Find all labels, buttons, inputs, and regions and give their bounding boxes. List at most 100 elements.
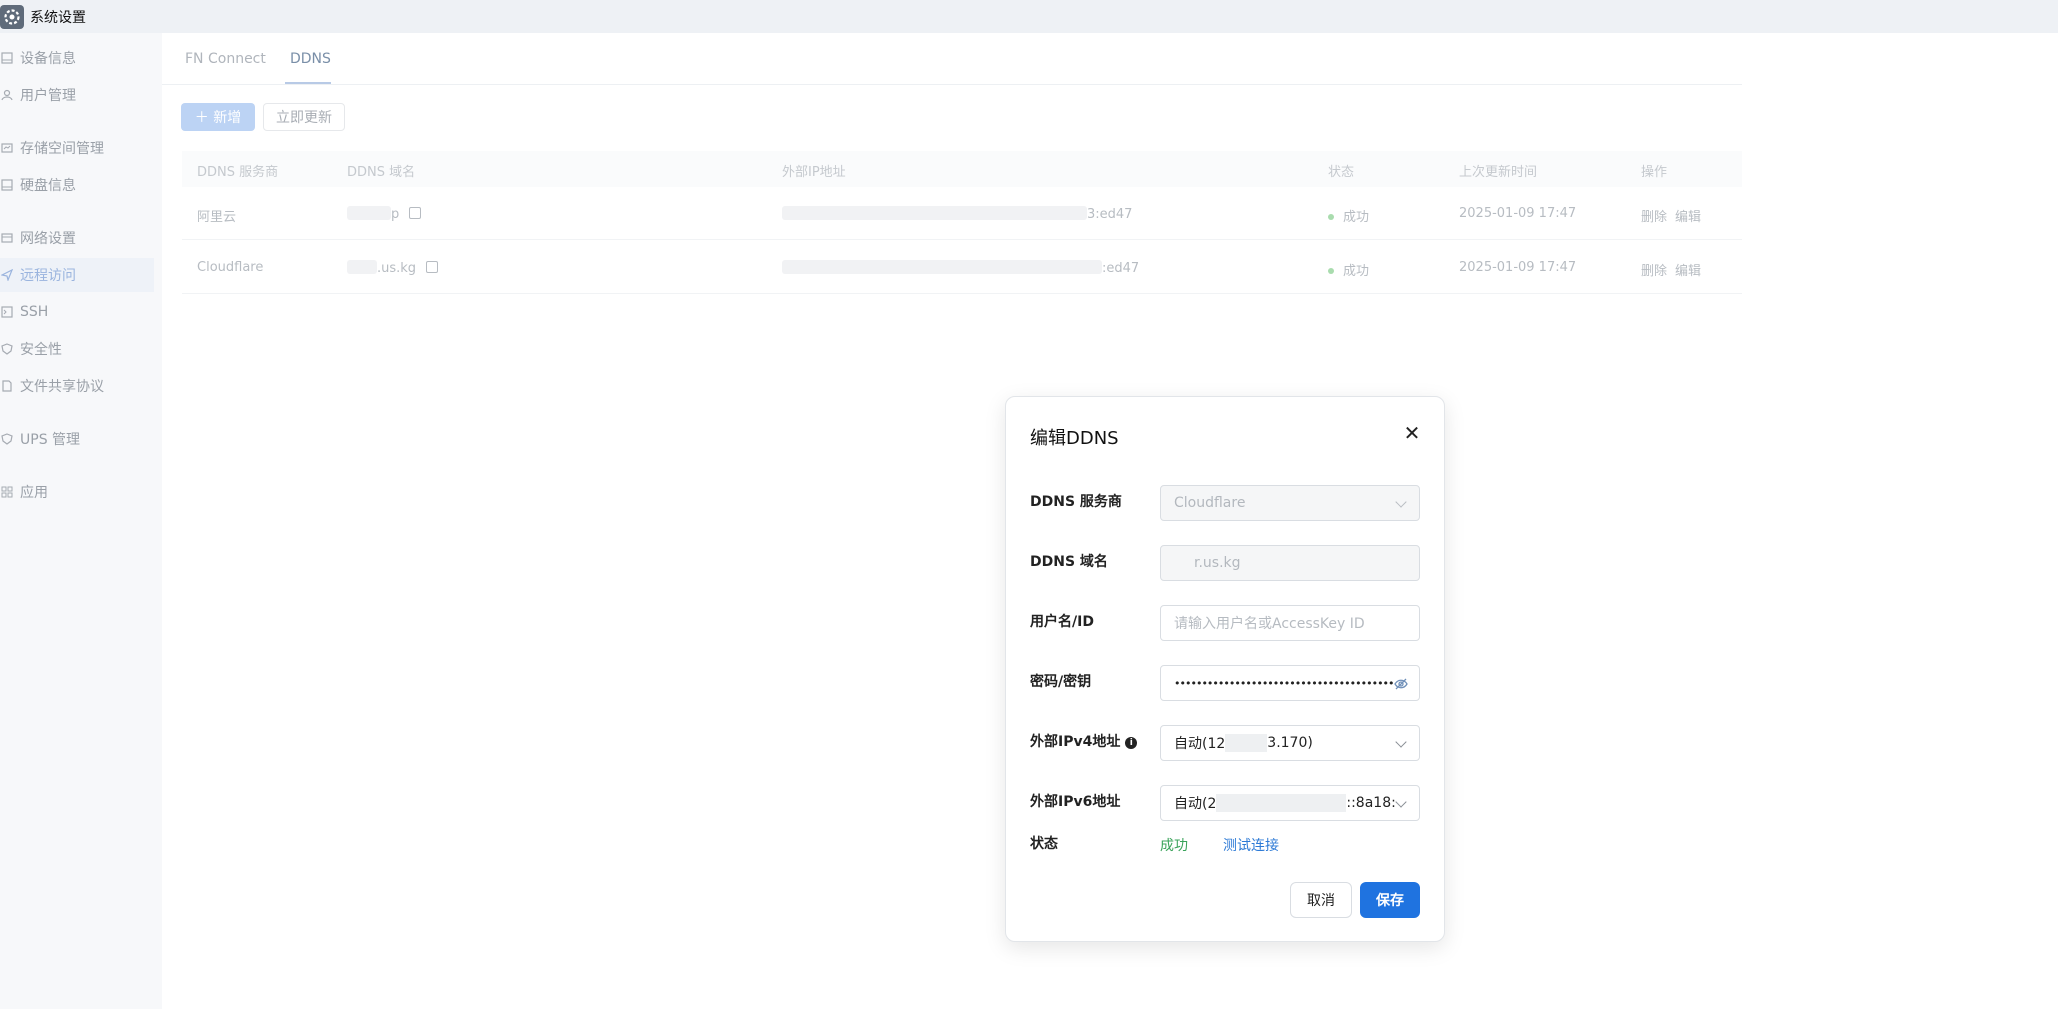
test-connection-link[interactable]: 测试连接 — [1223, 835, 1279, 855]
column-header: DDNS 服务商 — [197, 165, 279, 180]
domain-cell: .us.kg — [347, 260, 439, 276]
tab-fn-connect[interactable]: FN Connect — [185, 51, 266, 67]
sidebar-item-label: 安全性 — [20, 342, 62, 358]
info-icon[interactable]: i — [1125, 737, 1138, 749]
password-input[interactable]: •••••••••••••••••••••••••••••••••••••••• — [1160, 665, 1420, 701]
password-value: •••••••••••••••••••••••••••••••••••••••• — [1174, 676, 1395, 690]
ip-cell: :ed47 — [782, 260, 1139, 276]
ipv4-label-text: 外部IPv4地址 — [1030, 734, 1121, 750]
domain-field[interactable]: r.us.kg — [1160, 545, 1420, 581]
delete-link[interactable]: 删除 — [1641, 264, 1667, 279]
status-value: 成功 — [1160, 838, 1188, 854]
sidebar-item-label: UPS 管理 — [20, 432, 81, 448]
delete-link[interactable]: 删除 — [1641, 210, 1667, 225]
username-input[interactable]: 请输入用户名或AccessKey ID — [1160, 605, 1420, 641]
copy-icon[interactable] — [426, 261, 439, 273]
redacted-block — [1174, 554, 1194, 572]
sidebar-item-file-sharing[interactable]: 文件共享协议 — [0, 369, 154, 403]
domain-label: DDNS 域名 — [1030, 554, 1108, 570]
chevron-down-icon — [1395, 736, 1407, 748]
shield-icon — [0, 342, 14, 356]
sidebar-item-users[interactable]: 用户管理 — [0, 78, 154, 112]
sidebar-item-ups[interactable]: UPS 管理 — [0, 422, 154, 456]
sidebar-item-disk[interactable]: 硬盘信息 — [0, 168, 154, 202]
tab-bar: FN Connect DDNS — [162, 33, 1742, 85]
status-text: 成功 — [1343, 210, 1370, 225]
ipv4-value-suffix: 3.170) — [1267, 735, 1313, 751]
actions-cell: 删除 编辑 — [1641, 206, 1709, 225]
save-button[interactable]: 保存 — [1360, 882, 1420, 918]
redacted-block — [347, 260, 377, 274]
provider-value: Cloudflare — [1174, 495, 1246, 511]
sidebar-item-label: 设备信息 — [20, 51, 76, 67]
redacted-block — [782, 260, 1102, 274]
column-header: 上次更新时间 — [1459, 165, 1538, 180]
network-icon — [0, 231, 14, 245]
chevron-down-icon — [1395, 796, 1407, 808]
file-share-icon — [0, 379, 14, 393]
table-row: 阿里云 p 3:ed47 成功 2025-01-09 17:47 删除 编辑 — [182, 187, 1742, 240]
edit-link[interactable]: 编辑 — [1675, 264, 1701, 279]
status-text: 成功 — [1343, 264, 1370, 279]
status-cell: 成功 — [1328, 206, 1369, 225]
sidebar-item-label: 用户管理 — [20, 88, 76, 104]
cancel-button[interactable]: 取消 — [1290, 882, 1352, 918]
sidebar-item-security[interactable]: 安全性 — [0, 332, 154, 366]
gear-icon — [0, 4, 24, 29]
updated-cell: 2025-01-09 17:47 — [1459, 260, 1577, 275]
close-icon[interactable]: ✕ — [1402, 423, 1422, 443]
device-icon — [0, 51, 14, 65]
sidebar-item-label: SSH — [20, 304, 49, 320]
redacted-block — [782, 206, 1087, 220]
send-icon — [0, 268, 14, 282]
actions-cell: 删除 编辑 — [1641, 260, 1709, 279]
ipv6-select[interactable]: 自动(2::8a18: — [1160, 785, 1420, 821]
edit-ddns-dialog: 编辑DDNS ✕ DDNS 服务商 Cloudflare DDNS 域名 r.u… — [1005, 396, 1445, 942]
status-cell: 成功 — [1328, 260, 1369, 279]
provider-select[interactable]: Cloudflare — [1160, 485, 1420, 521]
user-icon — [0, 88, 14, 102]
sidebar-item-remote-access[interactable]: 远程访问 — [0, 258, 154, 292]
ipv4-label: 外部IPv4地址 i — [1030, 731, 1138, 751]
redacted-block — [347, 206, 391, 220]
redacted-block — [1216, 794, 1347, 812]
password-label: 密码/密钥 — [1030, 674, 1092, 690]
table-row: Cloudflare .us.kg :ed47 成功 2025-01-09 17… — [182, 241, 1742, 294]
redacted-block — [1225, 734, 1268, 752]
eye-off-icon[interactable] — [1393, 676, 1409, 692]
tab-active-indicator — [285, 82, 331, 84]
column-header: DDNS 域名 — [347, 165, 416, 180]
provider-label: DDNS 服务商 — [1030, 494, 1122, 510]
sidebar-item-label: 网络设置 — [20, 231, 76, 247]
table-header: DDNS 服务商 DDNS 域名 外部IP地址 状态 上次更新时间 操作 — [182, 151, 1742, 187]
ipv6-label: 外部IPv6地址 — [1030, 794, 1121, 810]
chevron-down-icon — [1395, 496, 1407, 508]
sidebar-item-device-info[interactable]: 设备信息 — [0, 41, 154, 75]
sidebar: 设备信息 用户管理 存储空间管理 硬盘信息 网络设置 远程访问 SSH 安全性 … — [0, 33, 162, 1009]
domain-text: p — [391, 207, 400, 222]
updated-cell: 2025-01-09 17:47 — [1459, 206, 1577, 221]
sidebar-item-storage[interactable]: 存储空间管理 — [0, 131, 154, 165]
copy-icon[interactable] — [409, 207, 422, 219]
apps-icon — [0, 485, 14, 499]
sidebar-item-network[interactable]: 网络设置 — [0, 221, 154, 255]
ipv4-select[interactable]: 自动(12 3.170) — [1160, 725, 1420, 761]
domain-value: r.us.kg — [1194, 555, 1241, 571]
status-label: 状态 — [1030, 836, 1058, 852]
sidebar-item-apps[interactable]: 应用 — [0, 475, 154, 509]
sidebar-item-label: 存储空间管理 — [20, 141, 104, 157]
refresh-now-button[interactable]: 立即更新 — [263, 103, 345, 131]
sidebar-item-label: 应用 — [20, 485, 48, 501]
terminal-icon — [0, 305, 14, 319]
column-header: 状态 — [1328, 165, 1355, 180]
sidebar-item-ssh[interactable]: SSH — [0, 295, 154, 329]
provider-cell: 阿里云 — [197, 210, 237, 225]
add-button[interactable]: ＋ 新增 — [181, 103, 255, 131]
sidebar-item-label: 文件共享协议 — [20, 379, 104, 395]
disk-icon — [0, 178, 14, 192]
edit-link[interactable]: 编辑 — [1675, 210, 1701, 225]
username-placeholder: 请输入用户名或AccessKey ID — [1174, 616, 1365, 632]
window-title: 系统设置 — [30, 9, 86, 26]
column-header: 外部IP地址 — [782, 165, 846, 180]
tab-ddns[interactable]: DDNS — [290, 51, 331, 67]
